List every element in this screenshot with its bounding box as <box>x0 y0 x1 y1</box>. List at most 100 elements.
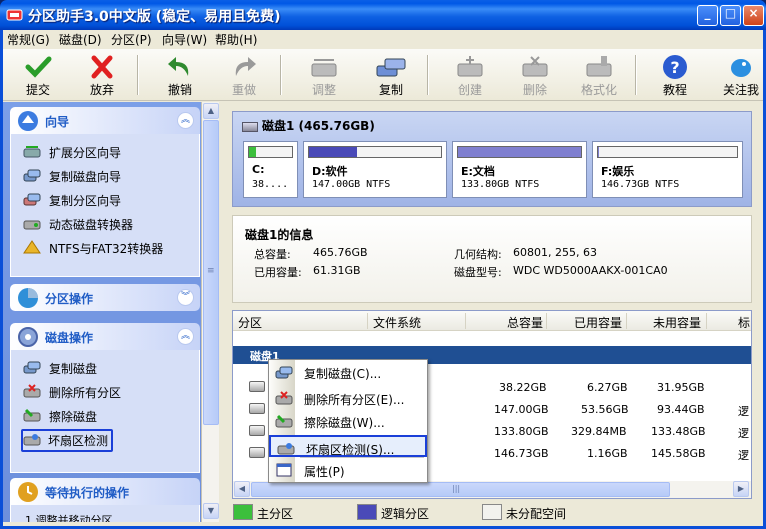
sidebar-item-wipe-disk[interactable]: 擦除磁盘 <box>11 404 199 428</box>
menu-general[interactable]: 常规(G) <box>7 31 50 48</box>
menu-partition[interactable]: 分区(P) <box>111 31 152 48</box>
partition-info: 147.00GB NTFS <box>312 179 391 190</box>
create-button[interactable]: 创建 <box>443 51 497 99</box>
menu-wizard[interactable]: 向导(W) <box>162 31 207 48</box>
delete-partition-icon <box>522 56 548 77</box>
submit-button[interactable]: 提交 <box>11 51 65 99</box>
disk-copy-icon <box>275 366 293 379</box>
pending-ops-group-header[interactable]: 等待执行的操作 <box>10 478 200 505</box>
wizard-group: 向导 ︽ 扩展分区向导 复制磁盘向导 复制分区向导 动态磁盘转换器 NTFS与F… <box>10 107 200 277</box>
sidebar: 向导 ︽ 扩展分区向导 复制磁盘向导 复制分区向导 动态磁盘转换器 NTFS与F… <box>3 102 201 522</box>
column-free[interactable]: 未用容量 <box>653 314 701 331</box>
app-logo-icon <box>6 9 23 21</box>
disk-ops-group-header[interactable]: 磁盘操作 ︽ <box>10 323 200 350</box>
converter-icon <box>23 240 41 254</box>
ctx-copy-disk[interactable]: 复制磁盘(C)... <box>269 361 427 383</box>
scroll-right-button[interactable]: ▶ <box>733 481 749 497</box>
tutorial-label: 教程 <box>662 83 687 97</box>
collapse-chevron-icon[interactable]: ︽ <box>177 328 194 345</box>
disk-model-label: 磁盘型号: <box>454 266 502 279</box>
partition-block-c[interactable]: C: 38.... <box>243 141 298 198</box>
disk-map-title: 磁盘1 (465.76GB) <box>242 117 375 134</box>
format-icon <box>586 56 612 77</box>
column-flag[interactable]: 标 <box>738 314 750 331</box>
wizard-group-header[interactable]: 向导 ︽ <box>10 107 200 134</box>
follow-us-label: 关注我 <box>722 83 759 97</box>
disk-copy-icon <box>23 361 41 374</box>
disk-delete-icon <box>275 391 293 405</box>
ctx-bad-sector-check[interactable]: 坏扇区检测(S)... <box>269 435 427 457</box>
window-title: 分区助手3.0中文版 (稳定、易用且免费) <box>28 9 281 25</box>
create-label: 创建 <box>457 83 482 97</box>
scroll-left-button[interactable]: ◀ <box>234 481 250 497</box>
delete-button[interactable]: 删除 <box>508 51 562 99</box>
partition-usage-bar <box>309 147 357 157</box>
copy-disk-icon <box>376 58 406 77</box>
column-total[interactable]: 总容量 <box>507 314 543 331</box>
ctx-delete-all-partitions[interactable]: 删除所有分区(E)... <box>269 387 427 409</box>
scroll-up-button[interactable]: ▲ <box>203 103 219 119</box>
maximize-button[interactable]: □ <box>720 5 741 26</box>
pending-ops-icon <box>18 482 38 502</box>
legend-unallocated-label: 未分配空间 <box>506 507 567 521</box>
tutorial-button[interactable]: ? 教程 <box>648 51 702 99</box>
sidebar-item-copy-disk[interactable]: 复制磁盘 <box>11 356 199 380</box>
disk-model-value: WDC WD5000AAKX-001CA0 <box>513 264 668 277</box>
sidebar-item-ntfs-fat32-converter[interactable]: NTFS与FAT32转换器 <box>11 236 199 260</box>
sidebar-item-delete-all-partitions[interactable]: 删除所有分区 <box>11 380 199 404</box>
partition-drive-icon <box>249 403 265 414</box>
context-menu-separator <box>300 457 424 458</box>
svg-text:?: ? <box>670 58 679 77</box>
format-button[interactable]: 格式化 <box>572 51 626 99</box>
partition-ops-group-header[interactable]: 分区操作 ︾ <box>10 284 200 311</box>
column-partition[interactable]: 分区 <box>238 314 262 331</box>
help-icon: ? <box>663 55 687 79</box>
sidebar-item-copy-partition-wizard[interactable]: 复制分区向导 <box>11 188 199 212</box>
expand-chevron-icon[interactable]: ︾ <box>177 289 194 306</box>
close-button[interactable]: × <box>743 5 764 26</box>
partition-info: 38.... <box>252 179 289 190</box>
undo-label: 撤销 <box>167 83 192 97</box>
submit-label: 提交 <box>25 83 50 97</box>
sidebar-item-bad-sector-check[interactable]: 坏扇区检测 <box>11 428 199 452</box>
scroll-down-button[interactable]: ▼ <box>203 503 219 519</box>
resize-button[interactable]: 调整 <box>297 51 351 99</box>
dynamic-disk-icon <box>23 220 41 230</box>
resize-disk-icon <box>311 59 337 77</box>
partition-block-e[interactable]: E:文档 133.80GB NTFS <box>452 141 587 198</box>
follow-us-button[interactable]: 关注我 <box>714 51 766 99</box>
partition-copy-icon <box>23 193 41 206</box>
ctx-wipe-disk[interactable]: 擦除磁盘(W)... <box>269 410 427 432</box>
scrollbar-thumb[interactable]: ≡ <box>203 120 219 425</box>
hscrollbar-grip: ||| <box>452 484 461 493</box>
discard-button[interactable]: 放弃 <box>75 51 129 99</box>
column-filesystem[interactable]: 文件系统 <box>373 314 421 331</box>
sidebar-item-extend-partition-wizard[interactable]: 扩展分区向导 <box>11 140 199 164</box>
legend-primary-label: 主分区 <box>257 507 294 521</box>
redo-button[interactable]: 重做 <box>217 51 271 99</box>
minimize-button[interactable]: _ <box>697 5 718 26</box>
partition-block-d[interactable]: D:软件 147.00GB NTFS <box>303 141 447 198</box>
hard-disk-icon <box>242 121 258 132</box>
sidebar-scrollbar[interactable]: ▲ ≡ ▼ <box>201 102 219 522</box>
legend-primary-swatch <box>233 504 253 520</box>
partition-info: 146.73GB NTFS <box>601 179 680 190</box>
menu-disk[interactable]: 磁盘(D) <box>59 31 102 48</box>
hscrollbar-thumb[interactable]: ||| <box>251 482 670 497</box>
sidebar-item-dynamic-disk-converter[interactable]: 动态磁盘转换器 <box>11 212 199 236</box>
undo-button[interactable]: 撤销 <box>153 51 207 99</box>
partition-ops-group-title: 分区操作 <box>45 292 94 306</box>
pending-op-item[interactable]: 1 调整并移动分区 <box>25 514 113 522</box>
partition-block-f[interactable]: F:娱乐 146.73GB NTFS <box>592 141 743 198</box>
undo-icon <box>168 57 189 76</box>
disk-extend-icon <box>23 146 41 158</box>
format-label: 格式化 <box>580 83 617 97</box>
discard-label: 放弃 <box>89 83 114 97</box>
column-used[interactable]: 已用容量 <box>574 314 622 331</box>
copy-button[interactable]: 复制 <box>364 51 418 99</box>
menu-help[interactable]: 帮助(H) <box>215 31 257 48</box>
ctx-properties[interactable]: 属性(P) <box>269 459 427 481</box>
disk-ops-gear-icon <box>18 327 38 347</box>
sidebar-item-copy-disk-wizard[interactable]: 复制磁盘向导 <box>11 164 199 188</box>
collapse-chevron-icon[interactable]: ︽ <box>177 112 194 129</box>
